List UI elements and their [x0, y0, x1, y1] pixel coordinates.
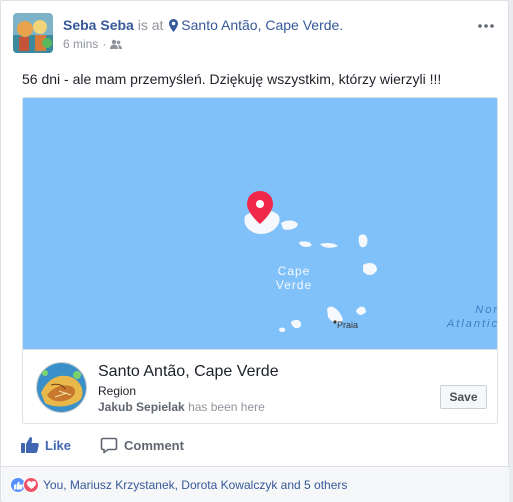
- author-name[interactable]: Seba Seba: [63, 17, 134, 33]
- visitor-name[interactable]: Jakub Sepielak: [98, 400, 185, 414]
- location-pin-icon: [169, 19, 179, 32]
- thumbs-up-icon: [21, 437, 39, 453]
- comment-button[interactable]: Comment: [100, 431, 184, 459]
- post-meta: 6 mins ·: [63, 37, 123, 51]
- island-maio: [356, 306, 366, 315]
- is-at-text: is at: [137, 17, 164, 33]
- love-reaction-icon: [23, 477, 39, 493]
- reactions-names[interactable]: You, Mariusz Krzystanek, Dorota Kowalczy…: [43, 478, 347, 492]
- comment-icon: [100, 437, 118, 453]
- post-actions: Like Comment: [13, 431, 496, 459]
- location-link[interactable]: Santo Antão, Cape Verde.: [181, 17, 343, 33]
- place-type: Region: [98, 384, 137, 398]
- save-button[interactable]: Save: [440, 385, 487, 409]
- island-sao-vicente: [281, 220, 298, 230]
- island-fogo: [291, 319, 302, 329]
- timestamp[interactable]: 6 mins: [63, 37, 98, 51]
- place-title[interactable]: Santo Antão, Cape Verde: [98, 363, 279, 381]
- island-sao-nicolau: [299, 241, 312, 247]
- map-label-ocean: Nor Atlantic: [446, 304, 498, 330]
- friends-audience-icon[interactable]: [110, 39, 123, 49]
- place-visitors: Jakub Sepielak has been here: [98, 400, 265, 414]
- place-thumbnail[interactable]: [36, 362, 87, 413]
- post-card: Seba Seba is at Santo Antão, Cape Verde.…: [0, 0, 510, 502]
- comment-label: Comment: [124, 437, 184, 453]
- post-text: 56 dni - ale mam przemyśleń. Dziękuję ws…: [22, 71, 442, 87]
- map-label-country: Cape Verde: [275, 264, 313, 292]
- place-attachment[interactable]: Cape Verde Praia Nor Atlantic Santo Antã…: [22, 97, 498, 424]
- place-details: Santo Antão, Cape Verde Region Jakub Sep…: [23, 349, 497, 423]
- author-avatar[interactable]: [13, 13, 53, 53]
- island-boa-vista: [363, 262, 377, 276]
- post-header: Seba Seba is at Santo Antão, Cape Verde.…: [13, 13, 496, 59]
- meta-separator: ·: [102, 37, 107, 51]
- map-label-city: Praia: [337, 320, 359, 330]
- island-sao-nicolau-east: [320, 242, 338, 248]
- like-label: Like: [45, 437, 72, 453]
- map-view[interactable]: Cape Verde Praia Nor Atlantic: [23, 98, 498, 349]
- post-headline: Seba Seba is at Santo Antão, Cape Verde.: [63, 17, 343, 33]
- island-sal: [358, 234, 368, 248]
- more-options-icon[interactable]: [478, 23, 494, 29]
- reactions-summary[interactable]: You, Mariusz Krzystanek, Dorota Kowalczy…: [10, 477, 347, 493]
- visited-text: has been here: [188, 400, 265, 414]
- island-brava: [279, 327, 286, 333]
- like-button[interactable]: Like: [21, 431, 71, 459]
